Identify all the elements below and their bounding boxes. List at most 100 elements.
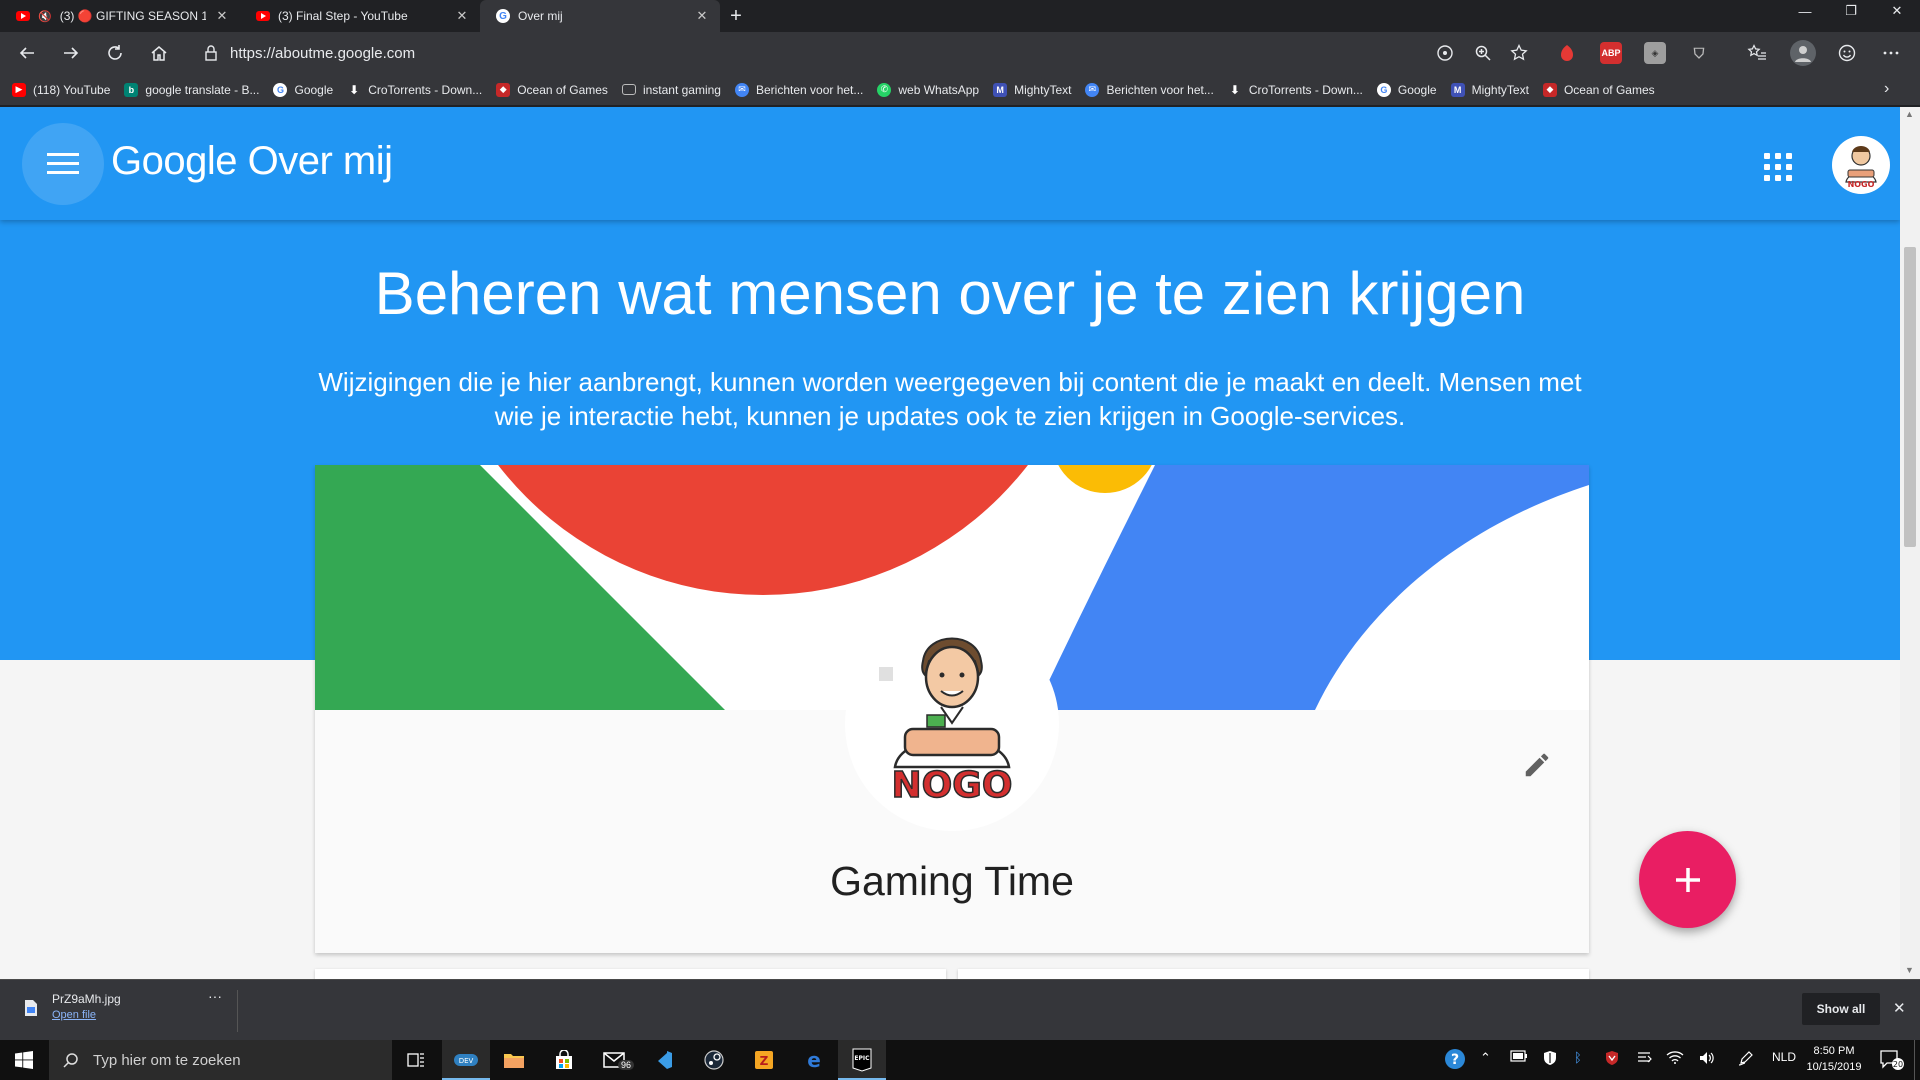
antivirus-tray-icon[interactable] [1604,1050,1620,1069]
show-hidden-icons-chevron-icon[interactable]: ⌃ [1480,1050,1491,1066]
taskbar-search-box[interactable]: Typ hier om te zoeken [49,1040,392,1080]
help-tray-icon[interactable]: ? [1444,1048,1466,1073]
extension-red-icon[interactable] [1556,42,1578,64]
tab-gifting-season[interactable]: 🔇 (3) 🔴 GIFTING SEASON 1 I ✕ [0,0,240,32]
whatsapp-icon: ✆ [877,82,892,97]
favorites-button[interactable] [1744,40,1770,66]
system-clock[interactable]: 8:50 PM 10/15/2019 [1800,1043,1868,1075]
profile-photo[interactable]: NOGO [845,617,1059,831]
taskbar-app-visual-studio[interactable] [640,1040,688,1080]
extension-shield-icon[interactable]: ⛉ [1688,42,1710,64]
reload-button[interactable] [102,40,128,66]
close-download-bar-icon[interactable]: ✕ [1893,999,1906,1017]
bookmark-item[interactable]: ✉ Berichten voor het... [1085,82,1214,97]
taskbar-app-epic-games[interactable]: EPIC [838,1040,886,1080]
show-all-downloads-button[interactable]: Show all [1802,993,1880,1025]
google-icon: G [1376,82,1391,97]
taskbar-app-file-explorer[interactable] [490,1040,538,1080]
pen-ink-tray-icon[interactable] [1738,1050,1754,1069]
bookmark-item[interactable]: ✆ web WhatsApp [877,82,979,97]
close-window-button[interactable]: ✕ [1874,0,1920,22]
tab-over-mij[interactable]: G Over mij ✕ [480,0,720,32]
bookmark-item[interactable]: ✉ Berichten voor het... [734,82,863,97]
zoom-button[interactable] [1470,40,1496,66]
page-content: Google Over mij NOGO Beheren wat mensen … [0,107,1920,979]
bookmark-item[interactable]: ⬇ CroTorrents - Down... [1228,83,1363,97]
store-bag-icon [556,1050,572,1069]
home-button[interactable] [146,40,172,66]
taskbar-app-filezilla[interactable]: Z [740,1040,788,1080]
notification-count: 20 [1893,1060,1903,1069]
youtube-icon [256,11,270,21]
bookmark-item[interactable]: ⬇ CroTorrents - Down... [347,83,482,97]
more-bookmarks-chevron-icon[interactable]: › [1884,80,1889,98]
action-center-button[interactable]: 20 [1880,1049,1904,1074]
adblock-plus-icon[interactable]: ABP [1600,42,1622,64]
steam-icon [704,1050,724,1070]
google-apps-grid-icon[interactable] [1758,147,1794,183]
favorite-star-button[interactable] [1506,40,1532,66]
taskbar-app-mail[interactable]: 96 [590,1040,638,1080]
bookmark-item[interactable]: M MightyText [993,82,1071,97]
muted-speaker-icon[interactable]: 🔇 [38,10,52,23]
clock-time: 8:50 PM [1813,1045,1855,1057]
bookmark-item[interactable]: instant gaming [621,83,721,97]
battery-tray-icon[interactable] [1510,1050,1528,1065]
task-view-button[interactable] [392,1040,440,1080]
youtube-icon [16,11,30,21]
taskbar-app-store[interactable] [540,1040,588,1080]
security-shield-tray-icon[interactable] [1542,1050,1558,1069]
back-button[interactable] [14,40,40,66]
add-fab-button[interactable] [1639,831,1736,928]
bookmark-label: CroTorrents - Down... [1248,82,1363,97]
wifi-tray-icon[interactable] [1666,1050,1684,1067]
profile-avatar-button[interactable] [1790,40,1816,66]
scroll-down-arrow-icon[interactable]: ▼ [1905,965,1914,975]
main-menu-button[interactable] [22,123,104,205]
settings-more-button[interactable] [1878,40,1904,66]
download-more-options-icon[interactable]: ··· [208,988,222,1004]
edit-profile-button[interactable] [1515,743,1559,787]
tab-strip: 🔇 (3) 🔴 GIFTING SEASON 1 I ✕ (3) Final S… [0,0,1920,32]
close-tab-icon[interactable]: ✕ [694,8,710,24]
hero-headline: Beheren wat mensen over je te zien krijg… [374,260,1526,327]
minimize-window-button[interactable]: — [1782,0,1828,22]
bookmark-item[interactable]: G Google [273,82,333,97]
download-icon: ⬇ [1229,82,1240,97]
volume-tray-icon[interactable] [1698,1050,1716,1069]
scrollbar-thumb[interactable] [1904,247,1916,547]
close-tab-icon[interactable]: ✕ [454,8,470,24]
tab-final-step[interactable]: (3) Final Step - YouTube ✕ [240,0,480,32]
extension-grey-icon[interactable]: ◈ [1644,42,1666,64]
star-icon [1510,44,1528,61]
start-button[interactable] [0,1040,48,1080]
scroll-up-arrow-icon[interactable]: ▲ [1905,109,1914,119]
bookmark-item[interactable]: M MightyText [1450,82,1529,97]
feedback-button[interactable] [1834,40,1860,66]
account-avatar[interactable]: NOGO [1832,136,1890,194]
open-file-link[interactable]: Open file [52,1009,96,1021]
close-tab-icon[interactable]: ✕ [214,8,230,24]
bookmark-item[interactable]: G Google [1376,82,1437,97]
restore-window-button[interactable]: ❐ [1828,0,1874,22]
bookmark-item[interactable]: b google translate - B... [124,82,259,97]
hero-subtext: Wijzigingen die je hier aanbrengt, kunne… [318,367,1582,431]
bookmark-item[interactable]: ◆ Ocean of Games [496,82,608,97]
tracking-prevention-button[interactable] [1432,40,1458,66]
taskbar-app-browser[interactable]: DEV [442,1040,490,1080]
forward-button[interactable] [58,40,84,66]
info-card-left [315,969,946,979]
bookmark-item[interactable]: ◆ Ocean of Games [1542,82,1655,97]
address-bar[interactable]: https://aboutme.google.com [190,37,1440,69]
show-desktop-button[interactable] [1914,1040,1920,1080]
taskbar-app-edge[interactable]: e [790,1040,838,1080]
display-tray-icon[interactable] [1636,1050,1652,1069]
folder-icon [621,84,636,95]
taskbar-app-steam[interactable] [690,1040,738,1080]
download-item[interactable]: PrZ9aMh.jpg Open file ··· [18,988,238,1032]
bluetooth-tray-icon[interactable]: ᛒ [1574,1050,1582,1065]
input-language[interactable]: NLD [1772,1050,1796,1064]
svg-text:DEV: DEV [459,1057,474,1065]
new-tab-button[interactable]: + [720,0,752,32]
bookmark-item[interactable]: ▶ (118) YouTube [12,82,110,97]
